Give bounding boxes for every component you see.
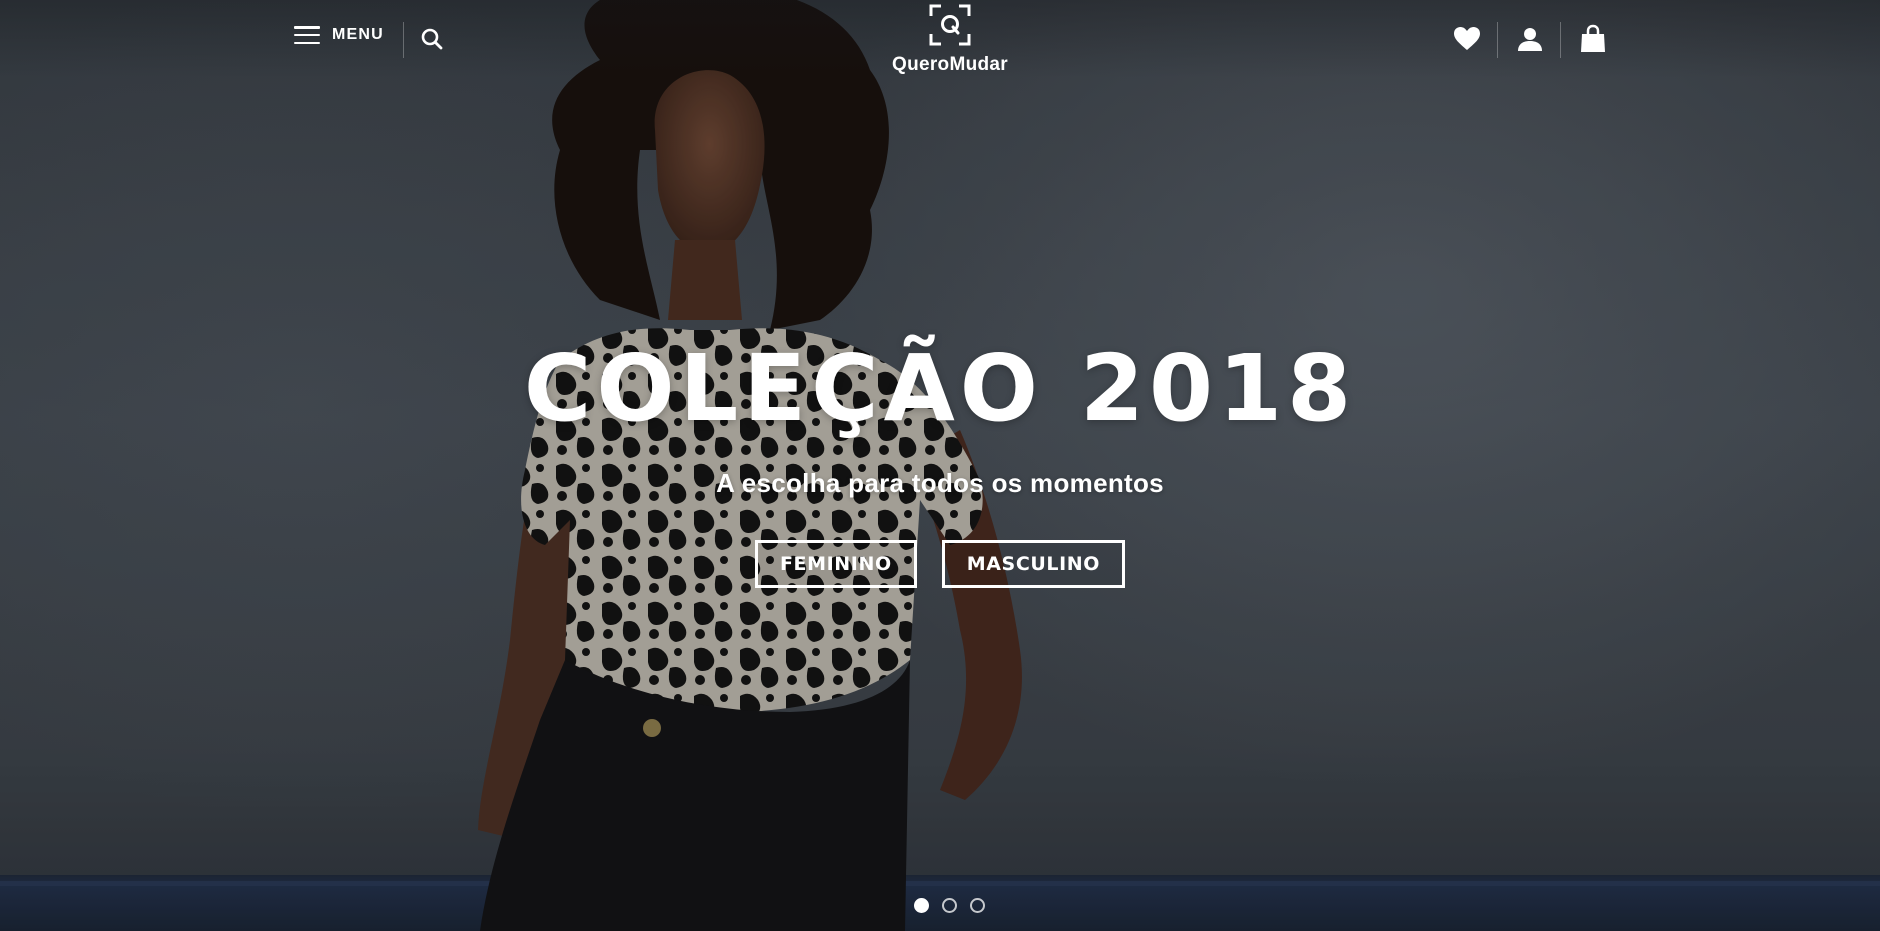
account-button[interactable] (1515, 24, 1545, 54)
user-icon (1518, 28, 1542, 51)
header-divider (1497, 22, 1498, 58)
slide-dot-1[interactable] (914, 898, 929, 913)
search-button[interactable] (420, 27, 444, 51)
logo-mark-icon (929, 4, 971, 46)
hamburger-icon (294, 26, 320, 44)
menu-label: MENU (332, 26, 384, 43)
cart-button[interactable] (1578, 24, 1608, 54)
slider-pagination (914, 898, 985, 913)
hero-overlay (0, 0, 1880, 931)
hero-slider: MENU QueroMudar COLEÇÃO 2018 A escolha p… (0, 0, 1880, 931)
slide-subtitle: A escolha para todos os momentos (716, 468, 1164, 498)
menu-button[interactable]: MENU (294, 26, 384, 44)
shopping-bag-icon (1581, 24, 1605, 52)
slide-dot-3[interactable] (970, 898, 985, 913)
header-divider (403, 22, 404, 58)
slide-buttons: FEMININO MASCULINO (0, 540, 1880, 588)
wishlist-button[interactable] (1452, 24, 1482, 54)
feminino-button[interactable]: FEMININO (754, 540, 917, 588)
search-icon (421, 28, 443, 50)
slide-dot-2[interactable] (942, 898, 957, 913)
slide-title: COLEÇÃO 2018 (523, 335, 1357, 442)
site-header: MENU QueroMudar (0, 0, 1880, 78)
brand-logo[interactable]: QueroMudar (880, 2, 1020, 78)
masculino-button[interactable]: MASCULINO (941, 540, 1126, 588)
header-divider (1560, 22, 1561, 58)
heart-icon (1454, 27, 1480, 50)
brand-name: QueroMudar (892, 54, 1008, 75)
